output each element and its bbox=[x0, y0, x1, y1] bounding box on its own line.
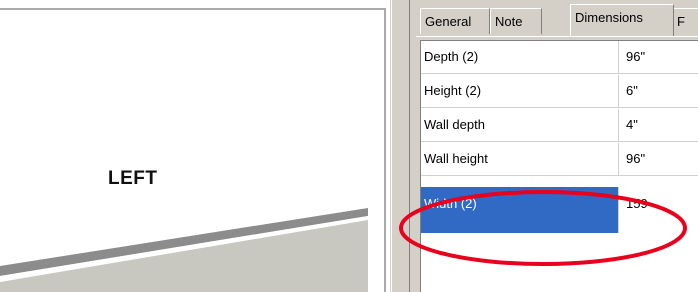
view-label: LEFT bbox=[108, 168, 158, 189]
property-row-wall-height[interactable]: Wall height 96" bbox=[421, 143, 698, 176]
property-row-width[interactable]: Width (2) 159 bbox=[421, 187, 698, 233]
property-name-selected: Width (2) bbox=[421, 187, 619, 233]
splitter-highlight bbox=[391, 0, 392, 292]
property-value[interactable]: 4" bbox=[626, 109, 698, 141]
property-value[interactable]: 96" bbox=[626, 41, 698, 73]
property-name: Height (2) bbox=[421, 75, 619, 107]
property-value-selected[interactable]: 159 bbox=[626, 187, 698, 219]
property-name: Wall height bbox=[421, 143, 619, 175]
property-grid: Depth (2) 96" Height (2) 6" Wall depth 4… bbox=[420, 40, 698, 292]
properties-panel: General Note F Dimensions Depth (2) 96" … bbox=[414, 0, 698, 292]
tab-note[interactable]: Note bbox=[490, 8, 542, 34]
property-row-depth[interactable]: Depth (2) 96" bbox=[421, 41, 698, 74]
property-row-height[interactable]: Height (2) 6" bbox=[421, 75, 698, 108]
drawing-viewport[interactable]: LEFT bbox=[0, 0, 390, 292]
splitter-shadow bbox=[409, 0, 410, 292]
property-name: Depth (2) bbox=[421, 41, 619, 73]
property-row-wall-depth[interactable]: Wall depth 4" bbox=[421, 109, 698, 142]
property-name: Wall depth bbox=[421, 109, 619, 141]
property-value[interactable]: 6" bbox=[626, 75, 698, 107]
tab-content-border bbox=[416, 36, 698, 37]
tab-strip: General Note F Dimensions bbox=[414, 0, 698, 38]
pane-splitter[interactable] bbox=[390, 0, 414, 292]
property-value[interactable]: 96" bbox=[626, 143, 698, 175]
tab-f[interactable]: F bbox=[672, 8, 698, 34]
tab-dimensions[interactable]: Dimensions bbox=[570, 4, 674, 36]
wall-elevation-drawing bbox=[0, 208, 368, 292]
tab-general[interactable]: General bbox=[420, 8, 490, 34]
